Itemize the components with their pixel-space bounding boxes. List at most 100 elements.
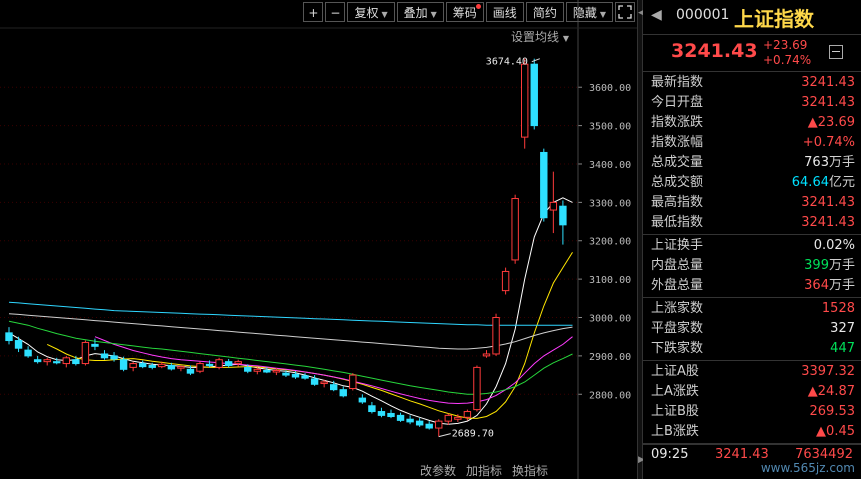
candle-body — [444, 414, 453, 422]
candle-body — [492, 317, 500, 355]
edit-params-button[interactable]: 改参数 — [420, 462, 456, 479]
quote-label: 上涨家数 — [651, 301, 704, 316]
quote-value: 64.64亿元 — [792, 173, 855, 193]
candle-body — [43, 359, 51, 363]
y-tick-label: 2800.00 — [589, 390, 631, 401]
candle-body — [473, 366, 481, 411]
chart-toolbar: + − 复权 ▼ 叠加 ▼ 筹码 画线 简约 隐藏 ▼ — [303, 2, 635, 24]
quote-number: 3241.43 — [801, 95, 855, 110]
quote-number: 447 — [830, 341, 855, 356]
quote-label: 总成交额 — [651, 175, 704, 190]
chip-button[interactable]: 筹码 — [445, 2, 484, 22]
quote-unit: 万手 — [828, 155, 855, 170]
candle-body — [234, 361, 242, 365]
minimize-icon[interactable] — [829, 45, 843, 59]
hide-label: 隐藏 — [572, 6, 597, 20]
ma-setting-dropdown[interactable]: 设置均线 ▼ — [511, 28, 569, 45]
quote-row: 下跌家数 447 — [643, 339, 861, 359]
quote-unit: 万手 — [828, 278, 855, 293]
quote-price-row: 3241.43 +23.69 +0.74% — [643, 35, 861, 72]
watermark: www.565jz.com — [760, 461, 855, 475]
quote-row: 外盘总量 364万手 — [643, 276, 861, 296]
quote-row: 总成交额 64.64亿元 — [643, 173, 861, 193]
candle-body — [72, 359, 80, 365]
quote-value: 3241.43 — [801, 213, 855, 233]
y-tick-label: 3100.00 — [589, 275, 631, 286]
quote-value: 763万手 — [804, 153, 855, 173]
fuquan-dropdown[interactable]: 复权 ▼ — [347, 2, 395, 22]
quote-label: 下跌家数 — [651, 341, 704, 356]
low-label: 2689.70 — [452, 429, 494, 440]
candle-body — [521, 63, 529, 138]
candle-body — [91, 343, 99, 347]
expand-icon[interactable] — [615, 2, 635, 22]
quote-number: 1528 — [821, 301, 855, 316]
y-tick-label: 3200.00 — [589, 237, 631, 248]
candle-body — [387, 412, 395, 418]
y-tick-label: 3500.00 — [589, 122, 631, 133]
quote-value: 1528 — [822, 299, 855, 319]
hide-dropdown[interactable]: 隐藏 ▼ — [565, 2, 613, 22]
quote-label: 今日开盘 — [651, 95, 704, 110]
quote-label: 指数涨跌 — [651, 115, 704, 130]
quote-number: 64.64 — [791, 175, 829, 190]
quote-number: 364 — [804, 278, 829, 293]
chevron-down-icon: ▼ — [381, 10, 388, 19]
quote-value: 3241.43 — [801, 73, 855, 93]
simple-mode-button[interactable]: 简约 — [525, 2, 564, 22]
ma-setting-label: 设置均线 — [511, 30, 560, 44]
ma-green — [8, 320, 573, 395]
quote-number: 3241.43 — [801, 75, 855, 90]
candle-body — [349, 374, 357, 390]
zoom-in-button[interactable]: + — [303, 2, 324, 22]
notification-dot-icon — [475, 4, 481, 9]
quote-unit: 亿元 — [828, 175, 855, 190]
annotation-pointer — [531, 58, 540, 63]
chevron-down-icon: ▼ — [562, 34, 569, 43]
quote-row: 指数涨跌 ▲23.69 — [643, 113, 861, 133]
quote-label: 最高指数 — [651, 195, 704, 210]
chevron-down-icon: ▼ — [430, 10, 437, 19]
candle-body — [263, 369, 271, 373]
candle-body — [310, 378, 319, 385]
zoom-out-button[interactable]: − — [325, 2, 346, 22]
kline-chart-area[interactable]: 3600.00 3500.00 3400.00 3300.00 3200.00 3100.… — [0, 0, 637, 479]
quote-value: +0.74% — [803, 133, 855, 153]
quote-value: 3241.43 — [801, 193, 855, 213]
overlay-dropdown[interactable]: 叠加 ▼ — [396, 2, 444, 22]
switch-indicator-button[interactable]: 换指标 — [512, 462, 548, 479]
quote-number: 763 — [804, 155, 829, 170]
candle-body — [406, 418, 414, 423]
quote-row: 上证A股 3397.32 — [643, 362, 861, 382]
quote-value: ▲0.45 — [816, 422, 855, 442]
quote-row: 上涨家数 1528 — [643, 299, 861, 319]
candle-body — [53, 361, 61, 364]
candle-body — [244, 366, 252, 372]
quote-row: 今日开盘 3241.43 — [643, 93, 861, 113]
candle-body — [454, 416, 462, 420]
candle-body — [110, 355, 118, 360]
ma-cyan — [8, 301, 573, 326]
quote-label: 最低指数 — [651, 215, 704, 230]
quote-number: 399 — [804, 258, 829, 273]
y-tick-label: 3600.00 — [589, 83, 631, 94]
draw-line-button[interactable]: 画线 — [485, 2, 524, 22]
kline-chart[interactable]: 3600.00 3500.00 3400.00 3300.00 3200.00 3100.… — [0, 0, 637, 479]
quote-number: +0.74% — [802, 135, 855, 150]
quote-value: 3397.32 — [801, 362, 855, 382]
candle-body — [253, 368, 262, 372]
candle-body — [358, 397, 367, 403]
candle-body — [396, 414, 405, 421]
candle-body — [559, 205, 567, 226]
quote-number: 3241.43 — [801, 215, 855, 230]
fuquan-label: 复权 — [354, 6, 379, 20]
quote-value: 399万手 — [804, 256, 855, 276]
simple-mode-label: 简约 — [532, 6, 557, 20]
annotation-pointer — [438, 433, 451, 438]
indicator-bar: 改参数 加指标 换指标 — [420, 462, 548, 479]
chevron-down-icon: ▼ — [599, 10, 606, 19]
candle-body — [177, 366, 185, 369]
add-indicator-button[interactable]: 加指标 — [466, 462, 502, 479]
candle-body — [24, 349, 32, 357]
arrow-left-icon[interactable]: ◀ — [651, 7, 662, 23]
